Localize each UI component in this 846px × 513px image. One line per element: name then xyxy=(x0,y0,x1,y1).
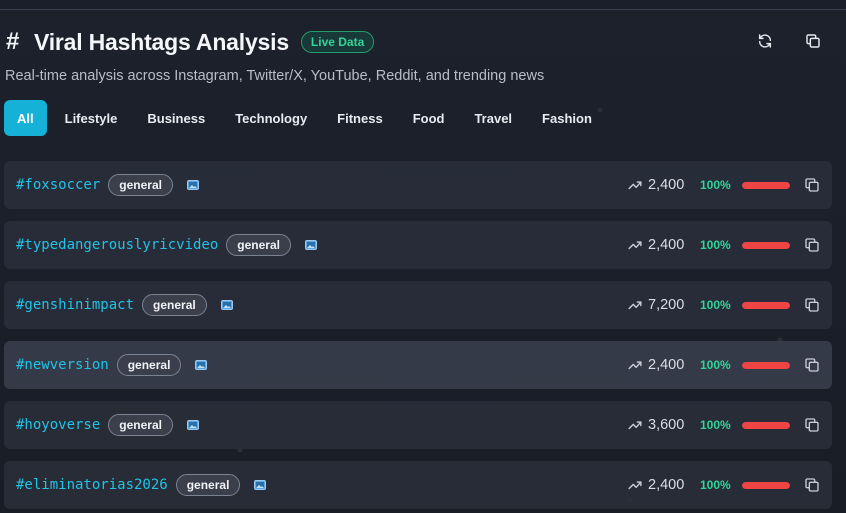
hashtag-row: #hoyoverse general 3,600 100% xyxy=(4,401,832,449)
copy-icon xyxy=(804,297,820,313)
virality-percent: 100% xyxy=(700,238,731,252)
category-badge: general xyxy=(226,234,291,256)
tab-travel[interactable]: Travel xyxy=(462,100,524,136)
trending-up-icon xyxy=(628,480,642,490)
virality-bar xyxy=(742,301,790,309)
hashtag-text[interactable]: #hoyoverse xyxy=(16,417,100,433)
post-count: 3,600 xyxy=(648,417,685,433)
hashtag-stats: 7,200 100% xyxy=(628,281,820,329)
post-count: 2,400 xyxy=(648,357,685,373)
virality-bar-fill xyxy=(742,421,790,429)
refresh-icon xyxy=(758,34,772,48)
image-icon xyxy=(220,300,233,310)
copy-button[interactable] xyxy=(804,417,820,433)
copy-all-button[interactable] xyxy=(802,30,824,52)
hashtag-stats: 2,400 100% xyxy=(628,221,820,269)
copy-icon xyxy=(806,34,820,48)
live-data-badge: Live Data xyxy=(300,31,375,53)
hashtag-list: #foxsoccer general 2,400 100% #typedange… xyxy=(4,161,832,513)
virality-bar xyxy=(742,181,790,189)
hashtag-text[interactable]: #foxsoccer xyxy=(16,177,100,193)
page-title: Viral Hashtags Analysis xyxy=(34,28,289,55)
category-tabs: All Lifestyle Business Technology Fitness Foo… xyxy=(4,100,604,136)
image-icon xyxy=(304,240,317,250)
trending-up-icon xyxy=(628,240,642,250)
hashtag-stats: 2,400 100% xyxy=(628,461,820,509)
post-count: 7,200 xyxy=(648,297,685,313)
virality-bar-fill xyxy=(742,181,790,189)
copy-button[interactable] xyxy=(804,477,820,493)
image-icon xyxy=(195,360,208,370)
category-badge: general xyxy=(108,174,173,196)
panel-header: # Viral Hashtags Analysis Live Data xyxy=(6,27,375,57)
trending-up-icon xyxy=(628,300,642,310)
tab-fashion[interactable]: Fashion xyxy=(530,100,604,136)
category-badge: general xyxy=(175,474,241,496)
copy-button[interactable] xyxy=(804,177,820,193)
image-icon xyxy=(186,420,199,430)
tab-lifestyle[interactable]: Lifestyle xyxy=(53,100,130,136)
header-actions xyxy=(754,30,824,52)
virality-bar xyxy=(742,481,790,489)
tab-business[interactable]: Business xyxy=(135,100,217,136)
copy-icon xyxy=(804,357,820,373)
virality-bar-fill xyxy=(742,481,790,489)
trending-up-icon xyxy=(628,180,642,190)
image-icon xyxy=(254,480,267,490)
category-badge: general xyxy=(116,354,182,376)
virality-percent: 100% xyxy=(700,478,731,492)
virality-bar xyxy=(742,421,790,429)
category-badge: general xyxy=(142,294,207,316)
hash-icon: # xyxy=(6,28,20,55)
page-subtitle: Real-time analysis across Instagram, Twi… xyxy=(5,68,545,84)
copy-button[interactable] xyxy=(804,297,820,313)
post-count: 2,400 xyxy=(648,177,685,193)
virality-bar-fill xyxy=(742,241,790,249)
refresh-button[interactable] xyxy=(754,30,776,52)
tab-technology[interactable]: Technology xyxy=(223,100,319,136)
copy-icon xyxy=(804,417,820,433)
post-count: 2,400 xyxy=(648,237,685,253)
trending-up-icon xyxy=(628,420,642,430)
tab-all[interactable]: All xyxy=(4,100,47,136)
hashtag-text[interactable]: #eliminatorias2026 xyxy=(16,477,168,493)
image-icon xyxy=(186,180,199,190)
virality-percent: 100% xyxy=(700,178,731,192)
copy-button[interactable] xyxy=(804,357,820,373)
virality-bar xyxy=(742,241,790,249)
category-badge: general xyxy=(108,414,173,436)
virality-bar-fill xyxy=(742,301,790,309)
virality-percent: 100% xyxy=(700,298,731,312)
hashtag-stats: 2,400 100% xyxy=(628,341,820,389)
hashtag-row: #typedangerouslyricvideo general 2,400 1… xyxy=(4,221,832,269)
hashtag-row: #foxsoccer general 2,400 100% xyxy=(4,161,832,209)
hashtag-row: #newversion general 2,400 100% xyxy=(4,341,832,389)
hashtag-text[interactable]: #genshinimpact xyxy=(16,297,134,313)
virality-percent: 100% xyxy=(700,358,731,372)
copy-button[interactable] xyxy=(804,237,820,253)
copy-icon xyxy=(804,237,820,253)
hashtag-stats: 3,600 100% xyxy=(628,401,820,449)
trending-up-icon xyxy=(628,360,642,370)
viral-hashtags-panel: # Viral Hashtags Analysis Live Data Real… xyxy=(0,9,846,513)
virality-percent: 100% xyxy=(700,418,731,432)
copy-icon xyxy=(804,177,820,193)
hashtag-text[interactable]: #newversion xyxy=(16,357,109,373)
virality-bar xyxy=(742,361,790,369)
hashtag-row: #genshinimpact general 7,200 100% xyxy=(4,281,832,329)
post-count: 2,400 xyxy=(648,477,685,493)
hashtag-stats: 2,400 100% xyxy=(628,161,820,209)
virality-bar-fill xyxy=(742,361,790,369)
tab-food[interactable]: Food xyxy=(401,100,457,136)
hashtag-row: #eliminatorias2026 general 2,400 100% xyxy=(4,461,832,509)
hashtag-text[interactable]: #typedangerouslyricvideo xyxy=(16,237,218,253)
tab-fitness[interactable]: Fitness xyxy=(325,100,395,136)
copy-icon xyxy=(804,477,820,493)
